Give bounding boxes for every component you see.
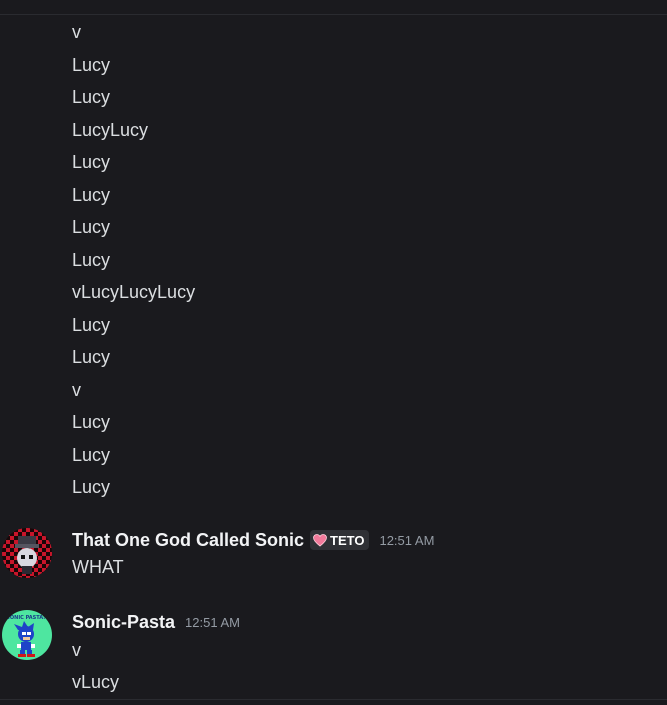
message-line: Lucy: [72, 55, 111, 75]
message-line: Lucy: [72, 477, 111, 497]
message-header: Sonic-Pasta 12:51 AM: [72, 610, 240, 634]
message-line: WHAT: [72, 557, 124, 577]
heart-icon: [313, 533, 327, 547]
message-line: Lucy: [72, 315, 111, 335]
message-line: v: [72, 22, 81, 42]
server-tag[interactable]: TETO: [310, 530, 370, 550]
message-line: Lucy: [72, 445, 111, 465]
username[interactable]: Sonic-Pasta: [72, 612, 175, 633]
avatar[interactable]: [2, 528, 52, 578]
bottom-divider: [0, 699, 667, 700]
avatar[interactable]: SONIC PASTA!!: [2, 610, 52, 660]
message-line: vLucyLucyLucy: [72, 282, 196, 302]
message-line: v: [72, 640, 81, 660]
message-header: That One God Called Sonic TETO 12:51 AM: [72, 528, 434, 552]
message-line: Lucy: [72, 347, 111, 367]
message-line: vLucy: [72, 672, 120, 692]
chat-window: v Lucy Lucy LucyLucy Lucy Lucy Lucy Lucy…: [0, 0, 667, 705]
message-line: Lucy: [72, 152, 111, 172]
message-line: Lucy: [72, 185, 111, 205]
timestamp: 12:51 AM: [185, 614, 240, 630]
message-line: LucyLucy: [72, 120, 149, 140]
avatar-image: SONIC PASTA!!: [2, 610, 52, 660]
top-divider: [0, 14, 667, 15]
message-line: Lucy: [72, 217, 111, 237]
timestamp: 12:51 AM: [379, 532, 435, 548]
avatar-image: [2, 528, 52, 578]
message-line: Lucy: [72, 250, 111, 270]
avatar-text: SONIC PASTA!!: [6, 615, 47, 621]
message-line: Lucy: [72, 412, 111, 432]
message-line: Lucy: [72, 87, 111, 107]
tag-label: TETO: [330, 532, 365, 548]
message-line: v: [72, 380, 81, 400]
username[interactable]: That One God Called Sonic: [72, 530, 304, 551]
